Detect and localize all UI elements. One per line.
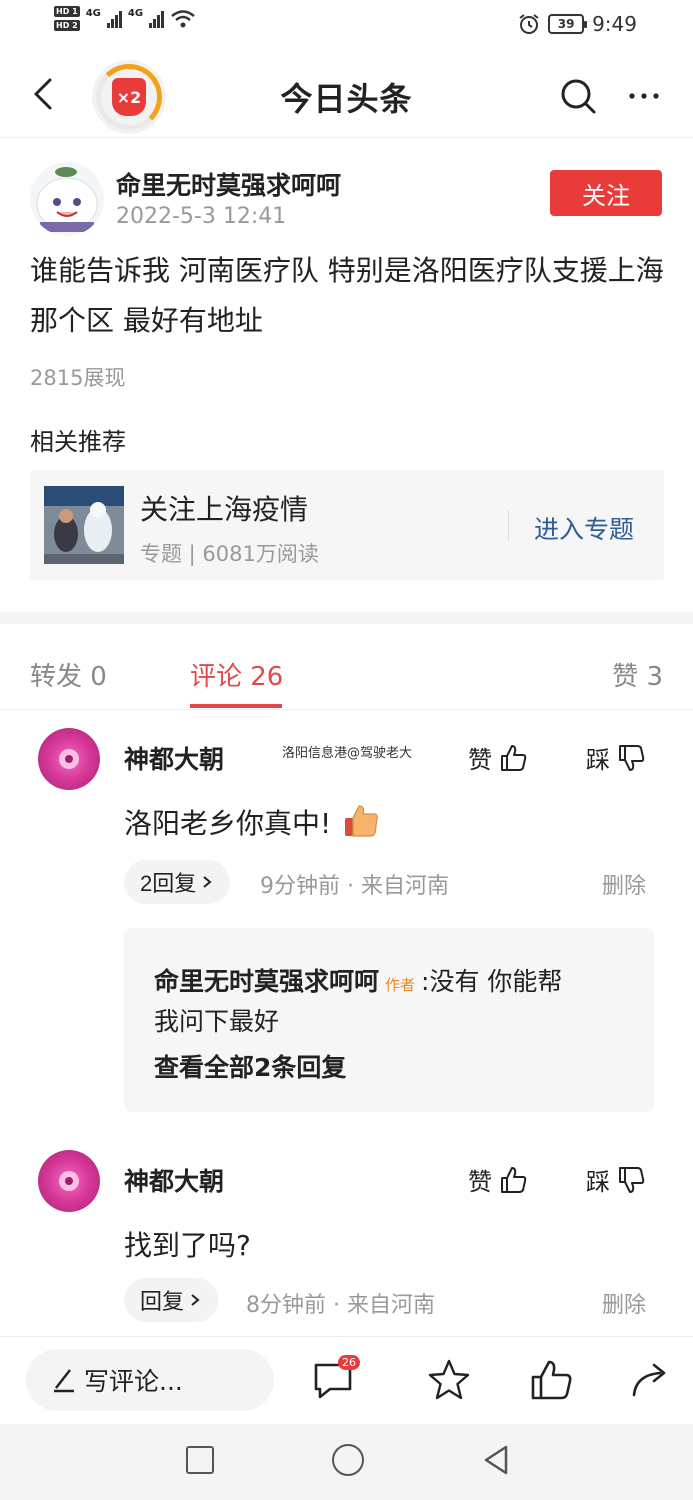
signal-icon-2 xyxy=(149,10,165,28)
thumbs-up-icon[interactable] xyxy=(528,1357,574,1403)
wifi-icon xyxy=(171,9,195,27)
active-tab-indicator xyxy=(190,704,282,708)
commenter-name[interactable]: 神都大朝 xyxy=(124,1162,224,1198)
recent-apps-square-icon[interactable] xyxy=(186,1446,214,1474)
comment-count-badge: 26 xyxy=(338,1355,360,1370)
cartoon-avatar-icon xyxy=(36,167,98,232)
author-avatar[interactable] xyxy=(30,162,104,236)
comment-item: 神都大朝 赞 踩 找到了吗? 回复 8分钟前 · 来自河南 删除 xyxy=(0,1142,693,1332)
chevron-right-icon xyxy=(191,1294,200,1306)
like-label: 赞 xyxy=(468,746,492,774)
reply-preview-box[interactable]: 命里无时莫强求呵呵 作者 :没有 你能帮 我问下最好 查看全部2条回复 xyxy=(124,928,654,1112)
related-topic-card[interactable]: 关注上海疫情 专题 | 6081万阅读 进入专题 xyxy=(30,470,664,580)
reply-button[interactable]: 回复 xyxy=(124,1278,219,1322)
tab-repost[interactable]: 转发 0 xyxy=(30,656,107,693)
dislike-label: 踩 xyxy=(586,746,610,774)
comment-text: 找到了吗? xyxy=(124,1229,251,1262)
more-icon[interactable] xyxy=(624,76,664,116)
commenter-avatar[interactable] xyxy=(38,1150,100,1212)
like-label: 赞 xyxy=(468,1168,492,1196)
clock: 9:49 xyxy=(592,12,637,36)
network-label-1: 4G xyxy=(85,8,101,19)
dislike-label: 踩 xyxy=(586,1168,610,1196)
status-bar: HD 1 HD 2 4G 4G 39 9:49 xyxy=(0,0,693,52)
back-triangle-icon[interactable] xyxy=(480,1444,512,1476)
battery-level: 39 xyxy=(557,17,575,31)
chevron-right-icon xyxy=(203,876,212,888)
thumbs-up-icon xyxy=(501,744,527,771)
topic-meta: 专题 | 6081万阅读 xyxy=(140,542,319,566)
comment-like-button[interactable]: 赞 xyxy=(468,740,528,775)
tab-comment[interactable]: 评论 26 xyxy=(190,656,283,693)
comment-dislike-button[interactable]: 踩 xyxy=(586,1162,646,1197)
hd-indicators: HD 1 HD 2 xyxy=(54,6,80,31)
nav-bar: ×2 今日头条 xyxy=(0,52,693,138)
related-heading: 相关推荐 xyxy=(30,428,126,456)
hd1-label: HD 1 xyxy=(54,6,80,17)
status-left: HD 1 HD 2 4G 4G xyxy=(54,6,196,31)
topic-title: 关注上海疫情 xyxy=(140,493,309,526)
reply-author[interactable]: 命里无时莫强求呵呵 xyxy=(154,962,379,998)
engagement-tabs: 转发 0 评论 26 赞 3 xyxy=(0,624,693,710)
author-tag: 作者 xyxy=(385,976,416,994)
delete-comment-button[interactable]: 删除 xyxy=(602,1287,646,1319)
write-comment-input[interactable]: 写评论... xyxy=(26,1349,274,1411)
pencil-icon xyxy=(54,1369,74,1393)
reply-count-button[interactable]: 2回复 xyxy=(124,860,231,904)
reply-count-label: 2回复 xyxy=(140,871,197,896)
signal-icon xyxy=(106,10,122,28)
comment-text: 洛阳老乡你真中! xyxy=(124,807,332,840)
comment-text-row: 找到了吗? xyxy=(124,1224,251,1264)
network-label-2: 4G xyxy=(127,8,144,19)
enter-topic-link[interactable]: 进入专题 xyxy=(534,510,634,546)
share-arrow-icon[interactable] xyxy=(628,1357,674,1403)
favorite-star-icon[interactable] xyxy=(426,1357,472,1403)
topic-thumbnail xyxy=(44,486,124,564)
alarm-icon xyxy=(519,14,539,34)
comment-source: 洛阳信息港@驾驶老大 xyxy=(282,746,413,761)
status-right: 39 9:49 xyxy=(518,12,637,36)
post-body: 谁能告诉我 河南医疗队 特别是洛阳医疗队支援上海那个区 最好有地址 xyxy=(30,254,664,337)
bottom-action-bar: 写评论... 26 xyxy=(0,1336,693,1424)
flower-avatar-icon xyxy=(59,749,79,769)
battery-icon: 39 xyxy=(548,14,588,34)
commenter-avatar[interactable] xyxy=(38,728,100,790)
post-author-row: 命里无时莫强求呵呵 2022-5-3 12:41 关注 xyxy=(30,158,670,238)
thumbs-down-icon xyxy=(619,1166,645,1193)
search-icon[interactable] xyxy=(558,76,598,116)
reply-text-1: :没有 你能帮 xyxy=(421,967,563,996)
hd2-label: HD 2 xyxy=(54,20,80,31)
author-name[interactable]: 命里无时莫强求呵呵 xyxy=(116,166,341,202)
comment-text-row: 洛阳老乡你真中! xyxy=(124,802,381,842)
tab-like[interactable]: 赞 3 xyxy=(612,656,663,693)
view-count: 2815展现 xyxy=(30,366,126,390)
comment-meta: 9分钟前 · 来自河南 xyxy=(260,874,449,899)
flower-avatar-icon xyxy=(59,1171,79,1191)
thumbs-up-icon xyxy=(501,1166,527,1193)
reply-line: 命里无时莫强求呵呵 作者 :没有 你能帮 xyxy=(154,962,562,998)
home-circle-icon[interactable] xyxy=(332,1444,364,1476)
write-comment-placeholder: 写评论... xyxy=(84,1367,183,1396)
reply-text-2: 我问下最好 xyxy=(154,1007,280,1036)
comment-like-button[interactable]: 赞 xyxy=(468,1162,528,1197)
card-separator xyxy=(508,510,509,542)
delete-comment-button[interactable]: 删除 xyxy=(602,868,646,900)
comment-meta: 8分钟前 · 来自河南 xyxy=(246,1293,435,1318)
comment-dislike-button[interactable]: 踩 xyxy=(586,740,646,775)
post-time: 2022-5-3 12:41 xyxy=(116,204,287,229)
follow-button[interactable]: 关注 xyxy=(550,170,662,216)
system-navigation-bar xyxy=(0,1424,693,1500)
thumbs-up-emoji-icon xyxy=(345,805,379,837)
commenter-name[interactable]: 神都大朝 xyxy=(124,740,224,776)
section-divider xyxy=(0,612,693,624)
thumbs-down-icon xyxy=(619,744,645,771)
view-all-replies-link[interactable]: 查看全部2条回复 xyxy=(154,1048,346,1084)
reply-label: 回复 xyxy=(140,1289,185,1314)
medical-worker-image-icon xyxy=(44,486,124,564)
